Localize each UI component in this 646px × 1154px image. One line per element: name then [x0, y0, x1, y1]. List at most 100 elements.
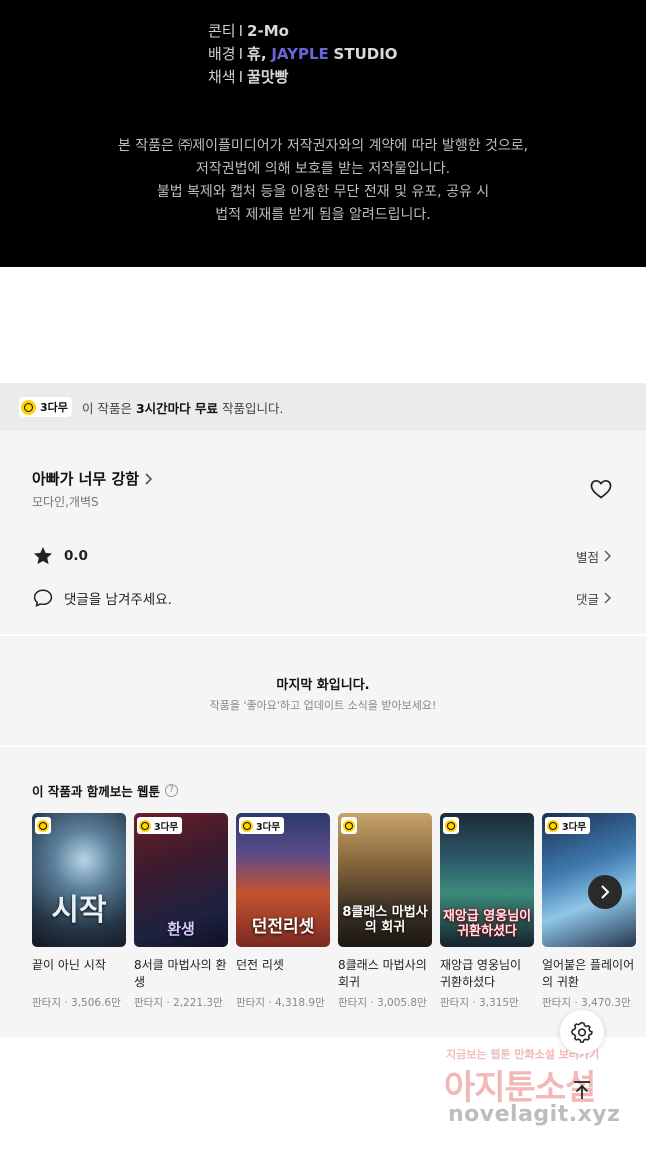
- last-chapter-section: 마지막 화입니다. 작품을 '좋아요'하고 업데이트 소식을 받아보세요!: [0, 636, 646, 745]
- card-title[interactable]: 8클래스 마법사의 회귀: [338, 957, 432, 993]
- meta-separator: ·: [472, 997, 476, 1009]
- meta-separator: ·: [268, 997, 272, 1009]
- card-genre: 판타지: [236, 997, 265, 1009]
- credit-storyboard: 콘티 I 2-Mo: [208, 20, 289, 41]
- recommendation-card[interactable]: 8클래스 마법사의 회귀 8클래스 마법사의 회귀 판타지 · 3,005.8만: [338, 813, 432, 1010]
- copyright-notice-line: 본 작품은 ㈜제이플미디어가 저작권자와의 계약에 따라 발행한 것으로,: [117, 138, 529, 154]
- question-icon[interactable]: ?: [165, 784, 179, 797]
- cover-title-art: 8클래스 마법사의 회귀: [342, 905, 428, 935]
- credit-value-studio: STUDIO: [333, 45, 398, 63]
- settings-button[interactable]: [560, 1010, 604, 1054]
- card-views: 3,506.6만: [71, 997, 121, 1009]
- cover-image[interactable]: 3다무 던전리셋: [236, 813, 330, 947]
- credit-value: 꿀맛빵: [247, 68, 289, 86]
- card-genre: 판타지: [134, 997, 163, 1009]
- card-meta: 판타지 · 2,221.3만: [134, 995, 228, 1010]
- meta-separator: ·: [370, 997, 374, 1009]
- recommendations-section: 이 작품과 함께보는 웹툰 ? 시작 끝이 아닌 시작 판타지 · 3,506.…: [0, 747, 646, 1037]
- card-views: 3,470.3만: [581, 997, 631, 1009]
- card-meta: 판타지 · 3,506.6만: [32, 995, 126, 1010]
- work-title-link[interactable]: 아빠가 너무 강함: [32, 468, 155, 489]
- recommendation-card[interactable]: 3다무 던전리셋 던전 리셋 판타지 · 4,318.9만: [236, 813, 330, 1010]
- recommendation-card[interactable]: 3다무 환생 8서클 마법사의 환생 판타지 · 2,221.3만: [134, 813, 228, 1010]
- credit-value: 휴,: [247, 45, 267, 63]
- free-badge: 3다무: [137, 817, 183, 834]
- card-meta: 판타지 · 3,470.3만: [542, 995, 636, 1010]
- comment-prompt[interactable]: 댓글을 남겨주세요.: [64, 588, 172, 608]
- card-views: 3,315만: [479, 997, 519, 1009]
- free-info-bar: 3다무 이 작품은 3시간마다 무료 작품입니다.: [0, 383, 646, 431]
- copyright-notice-line: 법적 제재를 받게 됨을 알려드립니다.: [215, 207, 431, 223]
- credit-role: 배경: [208, 45, 236, 63]
- badge-label: 3다무: [40, 401, 68, 414]
- meta-separator: ·: [574, 997, 578, 1009]
- card-title[interactable]: 얼어붙은 플레이어의 귀환: [542, 957, 636, 993]
- cover-image[interactable]: 8클래스 마법사의 회귀: [338, 813, 432, 947]
- free-info-pre: 이 작품은: [82, 401, 136, 416]
- cover-title-art: 던전리셋: [251, 917, 315, 938]
- badge-label: 3다무: [256, 821, 281, 833]
- heart-icon[interactable]: [589, 477, 613, 501]
- credit-role: 콘티: [208, 22, 236, 40]
- credit-value-studio-brand: JAYPLE: [271, 45, 329, 63]
- cover-image[interactable]: 재앙급 영웅님이 귀환하셨다: [440, 813, 534, 947]
- card-meta: 판타지 · 4,318.9만: [236, 995, 330, 1010]
- cover-image[interactable]: 3다무 환생: [134, 813, 228, 947]
- credits-panel: 콘티 I 2-Mo 배경 I 휴, JAYPLE STUDIO 채색 I 꿀맛빵 본 작품은…: [0, 0, 646, 267]
- card-genre: 판타지: [338, 997, 367, 1009]
- last-chapter-title: 마지막 화입니다.: [276, 678, 370, 693]
- recommendation-card[interactable]: 3다무 얼어붙은 플레이어의 귀환 판타지 · 3,470.3만: [542, 813, 636, 1010]
- work-authors[interactable]: 모다인,개벽S: [32, 493, 99, 510]
- rating-row[interactable]: 0.0 별점: [32, 544, 614, 568]
- card-views: 3,005.8만: [377, 997, 427, 1009]
- comment-link-label[interactable]: 댓글: [576, 589, 599, 608]
- rating-value: 0.0: [64, 548, 88, 564]
- copyright-notice-line: 저작권법에 의해 보호를 받는 저작물입니다.: [195, 161, 451, 177]
- comment-icon: [33, 589, 53, 607]
- card-title[interactable]: 던전 리셋: [236, 957, 330, 993]
- recommendation-card[interactable]: 시작 끝이 아닌 시작 판타지 · 3,506.6만: [32, 813, 126, 1010]
- comment-row[interactable]: 댓글을 남겨주세요. 댓글: [32, 586, 614, 610]
- clock-icon: [547, 819, 559, 832]
- carousel-next-button[interactable]: [588, 875, 622, 909]
- free-info-text: 이 작품은 3시간마다 무료 작품입니다.: [82, 398, 283, 417]
- card-views: 4,318.9만: [275, 997, 325, 1009]
- credit-separator: I: [238, 45, 244, 63]
- free-info-post: 작품입니다.: [218, 401, 284, 416]
- credit-separator: I: [238, 68, 244, 86]
- clock-icon: [343, 819, 355, 832]
- scroll-top-button[interactable]: [560, 1068, 604, 1112]
- card-title[interactable]: 끝이 아닌 시작: [32, 957, 126, 993]
- card-title[interactable]: 재앙급 영웅님이 귀환하셨다: [440, 957, 534, 993]
- arrow-up-icon: [574, 1081, 590, 1099]
- credit-value: 2-Mo: [247, 22, 289, 40]
- free-badge: 3다무: [545, 817, 591, 834]
- cover-image[interactable]: 시작: [32, 813, 126, 947]
- badge-label: 3다무: [562, 821, 587, 833]
- card-genre: 판타지: [440, 997, 469, 1009]
- cover-title-art: 시작: [51, 893, 107, 928]
- free-badge: 3다무: [19, 397, 72, 417]
- work-title[interactable]: 아빠가 너무 강함: [32, 468, 139, 489]
- watermark: 지금보는 웹툰 만화소설 보러가기 아지툰소설 novelagit.xyz: [430, 1040, 640, 1140]
- settings-icon: [571, 1022, 593, 1043]
- last-chapter-subtitle: 작품을 '좋아요'하고 업데이트 소식을 받아보세요!: [209, 699, 437, 712]
- clock-icon: [21, 399, 36, 415]
- card-views: 2,221.3만: [173, 997, 223, 1009]
- recommendations-title: 이 작품과 함께보는 웹툰 ?: [32, 781, 179, 800]
- clock-badge: [341, 817, 357, 834]
- chevron-right-icon: [604, 592, 611, 604]
- cover-image[interactable]: 3다무: [542, 813, 636, 947]
- clock-icon: [445, 819, 457, 832]
- badge-label: 3다무: [154, 821, 179, 833]
- credit-background: 배경 I 휴, JAYPLE STUDIO: [208, 43, 398, 64]
- card-title[interactable]: 8서클 마법사의 환생: [134, 957, 228, 993]
- chevron-right-icon: [601, 885, 610, 899]
- recommendation-card[interactable]: 재앙급 영웅님이 귀환하셨다 재앙급 영웅님이 귀환하셨다 판타지 · 3,31…: [440, 813, 534, 1010]
- clock-badge: [443, 817, 459, 834]
- chevron-right-icon: [604, 550, 611, 562]
- cover-title-art: 재앙급 영웅님이 귀환하셨다: [442, 909, 532, 939]
- comment-link[interactable]: 댓글: [576, 589, 614, 608]
- rating-link[interactable]: 별점: [576, 547, 614, 566]
- rating-link-label[interactable]: 별점: [576, 547, 599, 566]
